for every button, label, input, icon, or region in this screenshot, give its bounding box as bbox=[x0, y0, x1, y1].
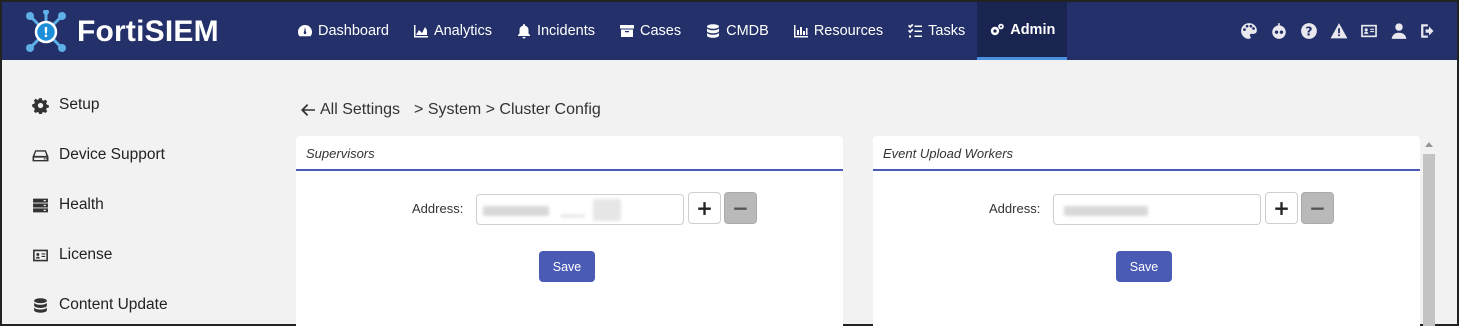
bar-chart-icon bbox=[793, 25, 808, 38]
nav-label: Dashboard bbox=[318, 23, 389, 39]
app-name: FortiSIEM bbox=[77, 15, 219, 48]
sidebar-item-setup[interactable]: Setup bbox=[32, 96, 100, 114]
save-supervisors-button[interactable]: Save bbox=[539, 251, 595, 282]
bot-icon[interactable] bbox=[1269, 21, 1289, 41]
event-upload-workers-panel: Event Upload Workers Address: + − Save bbox=[873, 136, 1420, 326]
svg-text:!: ! bbox=[43, 26, 49, 41]
nav-resources[interactable]: Resources bbox=[781, 2, 895, 60]
fortisiem-logo-icon: ! bbox=[26, 10, 66, 52]
redacted-address bbox=[593, 199, 621, 221]
redacted-address bbox=[561, 215, 585, 217]
app-logo[interactable]: ! FortiSIEM bbox=[24, 10, 219, 54]
database-icon bbox=[34, 297, 47, 313]
add-supervisor-button[interactable]: + bbox=[688, 192, 721, 224]
sidebar-item-device-support[interactable]: Device Support bbox=[32, 146, 165, 164]
sidebar-item-health[interactable]: Health bbox=[32, 196, 104, 214]
database-icon bbox=[707, 24, 720, 38]
sidebar-item-label: Health bbox=[59, 196, 104, 213]
panel-title: Supervisors bbox=[296, 136, 843, 171]
id-card-icon bbox=[33, 249, 48, 261]
nav-label: Analytics bbox=[433, 23, 492, 39]
sidebar-item-label: Device Support bbox=[59, 146, 165, 163]
page-scrollbar[interactable] bbox=[1422, 138, 1436, 326]
back-link-label: All Settings bbox=[320, 101, 401, 118]
user-icon[interactable] bbox=[1389, 21, 1409, 41]
bell-icon bbox=[517, 24, 530, 39]
tasks-icon bbox=[908, 23, 923, 38]
redacted-address bbox=[1064, 206, 1148, 216]
sidebar-item-label: Content Update bbox=[59, 296, 168, 313]
breadcrumb: All Settings > System > Cluster Config bbox=[300, 101, 601, 119]
add-worker-button[interactable]: + bbox=[1265, 192, 1298, 224]
nav-label: Cases bbox=[640, 23, 682, 39]
main-nav: Dashboard Analytics Incidents Cases CMDB… bbox=[285, 2, 1068, 60]
nav-cmdb[interactable]: CMDB bbox=[693, 2, 781, 60]
breadcrumb-path: > System > Cluster Config bbox=[414, 101, 601, 118]
top-navigation-bar: ! FortiSIEM Dashboard Analytics Incident… bbox=[2, 2, 1457, 60]
address-label: Address: bbox=[989, 201, 1041, 216]
remove-supervisor-button[interactable]: − bbox=[724, 192, 757, 224]
nav-dashboard[interactable]: Dashboard bbox=[285, 2, 401, 60]
remove-worker-button[interactable]: − bbox=[1301, 192, 1334, 224]
redacted-address bbox=[483, 206, 549, 216]
archive-icon bbox=[620, 25, 635, 37]
nav-admin[interactable]: Admin bbox=[977, 2, 1068, 60]
nav-label: CMDB bbox=[726, 23, 769, 39]
nav-analytics[interactable]: Analytics bbox=[401, 2, 504, 60]
supervisors-panel: Supervisors Address: + − Save bbox=[296, 136, 843, 326]
nav-label: Resources bbox=[813, 23, 884, 39]
id-card-icon[interactable] bbox=[1359, 21, 1379, 41]
sidebar-item-label: License bbox=[59, 246, 113, 263]
nav-incidents[interactable]: Incidents bbox=[504, 2, 607, 60]
palette-icon[interactable] bbox=[1239, 21, 1259, 41]
nav-label: Admin bbox=[1010, 21, 1056, 38]
scrollbar-thumb[interactable] bbox=[1423, 154, 1435, 326]
save-workers-button[interactable]: Save bbox=[1116, 251, 1172, 282]
address-label: Address: bbox=[412, 201, 464, 216]
supervisor-address-input[interactable] bbox=[476, 194, 684, 225]
header-icon-group: ? bbox=[1239, 2, 1439, 60]
admin-sidebar: Setup Device Support Health License Cont… bbox=[2, 60, 272, 326]
nav-label: Incidents bbox=[536, 23, 596, 39]
scroll-up-arrow-icon[interactable] bbox=[1425, 142, 1433, 147]
warning-icon[interactable] bbox=[1329, 21, 1349, 41]
sidebar-item-label: Setup bbox=[59, 96, 100, 113]
cogs-icon bbox=[991, 23, 1005, 35]
sidebar-item-content-update[interactable]: Content Update bbox=[32, 296, 168, 314]
sidebar-item-license[interactable]: License bbox=[32, 246, 112, 264]
back-to-all-settings-link[interactable]: All Settings bbox=[300, 101, 400, 119]
area-chart-icon bbox=[413, 25, 428, 38]
nav-label: Tasks bbox=[928, 23, 966, 39]
worker-address-input[interactable] bbox=[1053, 194, 1261, 225]
help-icon[interactable]: ? bbox=[1299, 21, 1319, 41]
dashboard-icon bbox=[298, 25, 312, 37]
nav-cases[interactable]: Cases bbox=[607, 2, 693, 60]
panel-title: Event Upload Workers bbox=[873, 136, 1420, 171]
server-icon bbox=[33, 198, 48, 212]
logout-icon[interactable] bbox=[1419, 21, 1439, 41]
gear-icon bbox=[32, 97, 49, 114]
hard-drive-icon bbox=[32, 149, 49, 161]
svg-text:?: ? bbox=[1305, 25, 1312, 39]
arrow-left-icon bbox=[301, 104, 315, 116]
nav-tasks[interactable]: Tasks bbox=[895, 2, 977, 60]
